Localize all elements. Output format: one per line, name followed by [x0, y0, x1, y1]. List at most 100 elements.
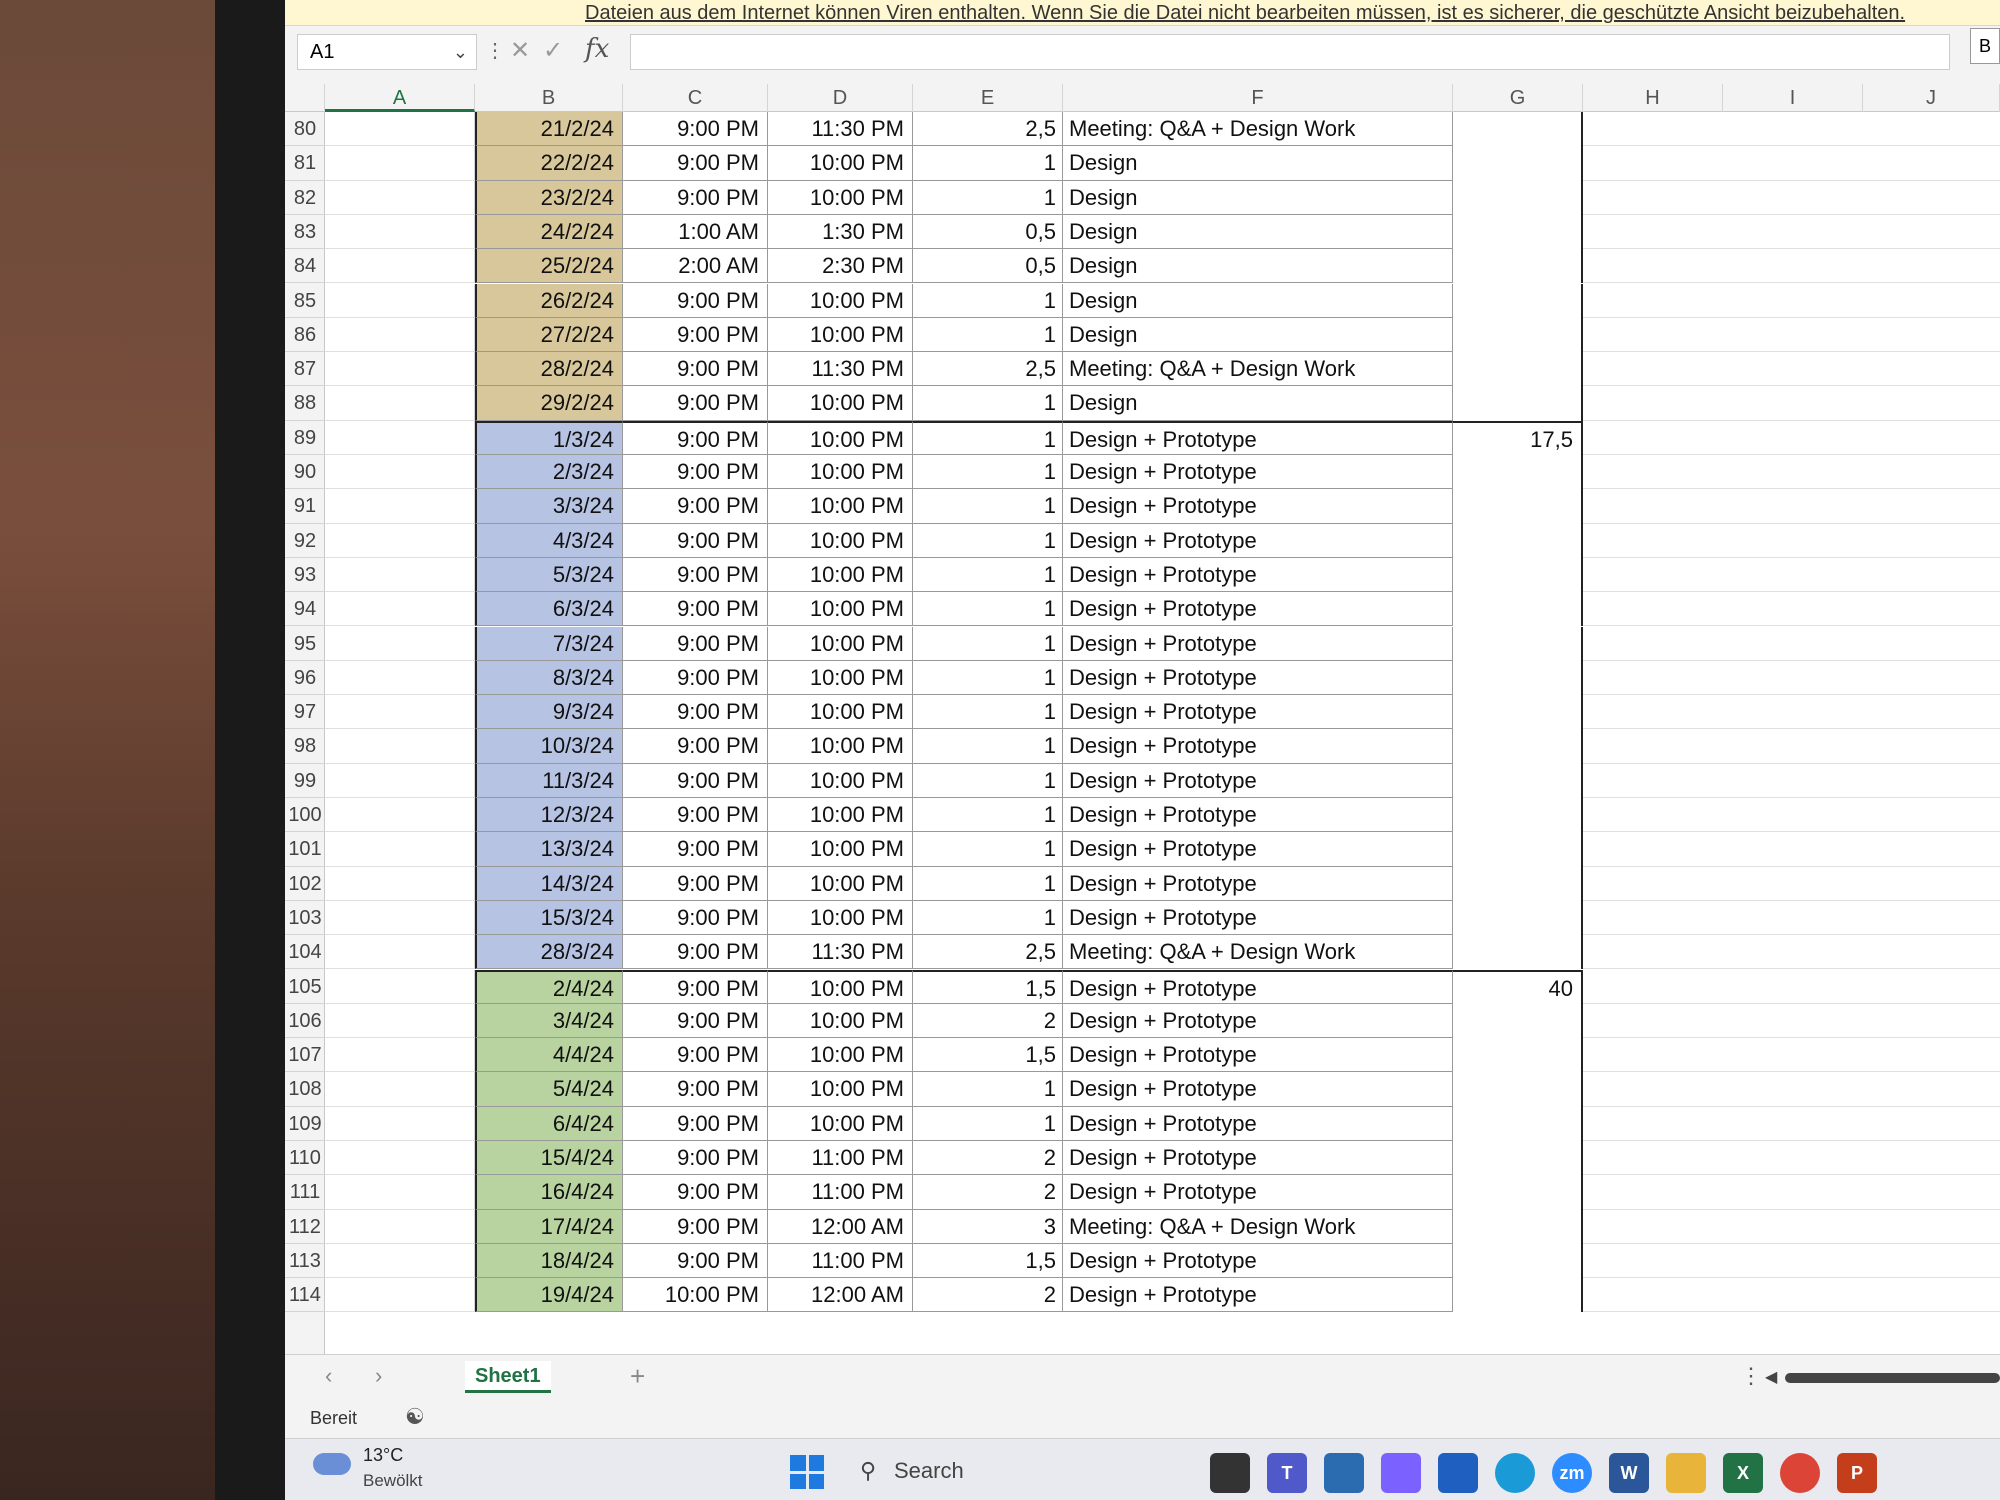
cell-total[interactable] [1453, 1209, 1583, 1244]
empty-cells[interactable] [1583, 1141, 2000, 1176]
cell-start-time[interactable]: 9:00 PM [623, 1243, 768, 1279]
cell-task[interactable]: Design + Prototype [1063, 798, 1453, 833]
cell-start-time[interactable]: 9:00 PM [623, 317, 768, 353]
cell-total[interactable] [1453, 1243, 1583, 1279]
cell-total[interactable] [1453, 249, 1583, 284]
cell-total[interactable] [1453, 729, 1583, 764]
cell-end-time[interactable]: 10:00 PM [768, 763, 913, 798]
empty-cells[interactable] [1583, 1210, 2000, 1244]
row-number[interactable]: 110 [285, 1141, 325, 1176]
cell-a[interactable] [325, 969, 475, 1004]
cell-a[interactable] [325, 1106, 475, 1141]
cell-date[interactable]: 1/3/24 [475, 420, 623, 455]
cell-start-time[interactable]: 2:00 AM [623, 249, 768, 284]
cell-start-time[interactable]: 9:00 PM [623, 489, 768, 524]
empty-cells[interactable] [1583, 832, 2000, 867]
cell-start-time[interactable]: 9:00 PM [623, 866, 768, 901]
cell-start-time[interactable]: 9:00 PM [623, 969, 768, 1004]
cell-end-time[interactable]: 12:00 AM [768, 1209, 913, 1244]
row-number[interactable]: 109 [285, 1107, 325, 1141]
cell-task[interactable]: Design + Prototype [1063, 729, 1453, 764]
empty-cells[interactable] [1583, 1107, 2000, 1141]
cloud-icon[interactable] [313, 1453, 351, 1475]
column-header-b[interactable]: B [475, 84, 623, 112]
cell-total[interactable] [1453, 180, 1583, 215]
cell-total[interactable] [1453, 214, 1583, 250]
cell-date[interactable]: 7/3/24 [475, 626, 623, 661]
column-header-j[interactable]: J [1863, 84, 2000, 112]
cell-end-time[interactable]: 10:00 PM [768, 283, 913, 318]
cell-total[interactable] [1453, 763, 1583, 798]
cell-task[interactable]: Design + Prototype [1063, 420, 1453, 455]
cell-date[interactable]: 29/2/24 [475, 386, 623, 421]
cell-date[interactable]: 6/4/24 [475, 1106, 623, 1141]
cell-end-time[interactable]: 10:00 PM [768, 660, 913, 696]
cell-a[interactable] [325, 317, 475, 353]
empty-cells[interactable] [1583, 592, 2000, 627]
cell-task[interactable]: Design + Prototype [1063, 626, 1453, 661]
cell-hours[interactable]: 1,5 [913, 969, 1063, 1004]
cell-end-time[interactable]: 10:00 PM [768, 1072, 913, 1107]
cell-end-time[interactable]: 10:00 PM [768, 626, 913, 661]
cell-a[interactable] [325, 1175, 475, 1210]
cell-total[interactable] [1453, 1278, 1583, 1313]
empty-cells[interactable] [1583, 764, 2000, 798]
cell-end-time[interactable]: 10:00 PM [768, 317, 913, 353]
row-number[interactable]: 81 [285, 146, 325, 181]
cancel-icon[interactable]: ✕ [510, 36, 530, 65]
cell-total[interactable] [1453, 626, 1583, 661]
insert-function-icon[interactable]: fx [585, 34, 609, 64]
cell-hours[interactable]: 2,5 [913, 935, 1063, 970]
cell-date[interactable]: 11/3/24 [475, 763, 623, 798]
cell-task[interactable]: Design + Prototype [1063, 455, 1453, 490]
cell-end-time[interactable]: 10:00 PM [768, 557, 913, 593]
row-number[interactable]: 84 [285, 249, 325, 284]
cell-hours[interactable]: 1 [913, 660, 1063, 696]
empty-cells[interactable] [1583, 249, 2000, 284]
cell-hours[interactable]: 0,5 [913, 249, 1063, 284]
empty-cells[interactable] [1583, 729, 2000, 764]
cell-date[interactable]: 26/2/24 [475, 283, 623, 318]
row-number[interactable]: 97 [285, 695, 325, 730]
cell-total[interactable] [1453, 455, 1583, 490]
cell-date[interactable]: 22/2/24 [475, 146, 623, 181]
cell-hours[interactable]: 1,5 [913, 1038, 1063, 1073]
cell-hours[interactable]: 2,5 [913, 112, 1063, 147]
cell-date[interactable]: 21/2/24 [475, 112, 623, 147]
cell-hours[interactable]: 1 [913, 146, 1063, 181]
cell-date[interactable]: 28/2/24 [475, 352, 623, 387]
column-header-a[interactable]: A [325, 84, 475, 112]
cell-total[interactable] [1453, 1175, 1583, 1210]
row-number[interactable]: 91 [285, 489, 325, 524]
cell-end-time[interactable]: 10:00 PM [768, 455, 913, 490]
cell-end-time[interactable]: 10:00 PM [768, 798, 913, 833]
formula-input[interactable] [630, 34, 1950, 70]
column-header-h[interactable]: H [1583, 84, 1723, 112]
cell-hours[interactable]: 2 [913, 1141, 1063, 1176]
previous-sheet-icon[interactable]: ‹ [325, 1363, 332, 1389]
empty-cells[interactable] [1583, 867, 2000, 901]
row-number[interactable]: 101 [285, 832, 325, 867]
cell-end-time[interactable]: 12:00 AM [768, 1278, 913, 1313]
cell-end-time[interactable]: 10:00 PM [768, 695, 913, 730]
cell-start-time[interactable]: 9:00 PM [623, 557, 768, 593]
cell-total[interactable] [1453, 900, 1583, 936]
cell-date[interactable]: 14/3/24 [475, 866, 623, 901]
cell-task[interactable]: Design + Prototype [1063, 763, 1453, 798]
worksheet-grid[interactable]: A B C D E F G H I J 80 21/2/24 9:00 PM 11:3… [285, 84, 2000, 1354]
empty-cells[interactable] [1583, 524, 2000, 558]
empty-cells[interactable] [1583, 935, 2000, 970]
empty-cells[interactable] [1583, 798, 2000, 833]
empty-cells[interactable] [1583, 1175, 2000, 1210]
cell-start-time[interactable]: 9:00 PM [623, 455, 768, 490]
cell-start-time[interactable]: 9:00 PM [623, 660, 768, 696]
cell-a[interactable] [325, 352, 475, 387]
cell-date[interactable]: 3/3/24 [475, 489, 623, 524]
row-number[interactable]: 94 [285, 592, 325, 627]
cell-date[interactable]: 12/3/24 [475, 798, 623, 833]
row-number[interactable]: 105 [285, 970, 325, 1004]
cell-task[interactable]: Design + Prototype [1063, 1141, 1453, 1176]
add-sheet-button[interactable]: + [630, 1361, 645, 1392]
cell-total[interactable] [1453, 592, 1583, 627]
cell-total[interactable] [1453, 1072, 1583, 1107]
